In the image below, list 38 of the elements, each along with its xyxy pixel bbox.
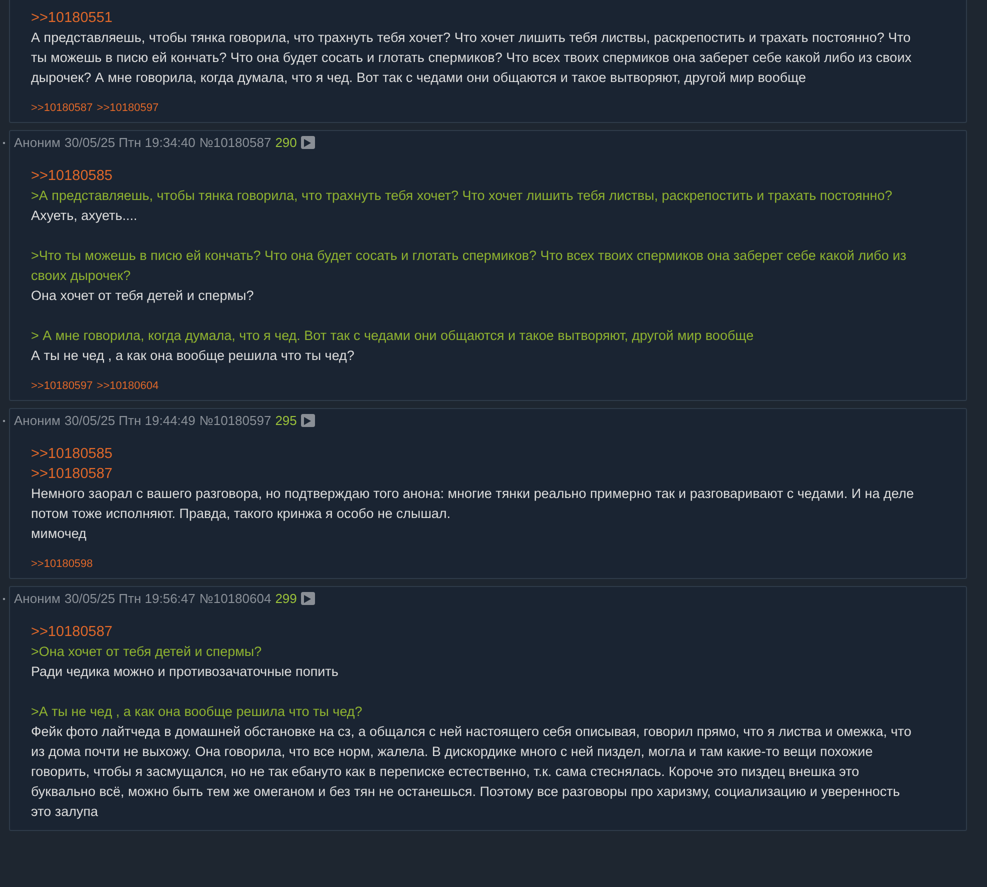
backlink[interactable]: >>10180598 (31, 558, 93, 570)
poster-name: Аноним (14, 135, 60, 150)
backlink[interactable]: >>10180597 (96, 102, 159, 114)
quote-text: >А представляешь, чтобы тянка говорила, что трахнуть тебя хочет? Что хочет лишить тебя листвы, раскрепостить и трахать постоянно? (31, 187, 894, 205)
backlink[interactable]: >>10180604 (96, 380, 159, 392)
poster-name: Аноним (14, 413, 60, 428)
quote-text: >Она хочет от тебя детей и спермы? (31, 643, 263, 661)
backlink[interactable]: >>10180587 (31, 102, 93, 114)
post-text: Ахуеть, ахуеть.... (31, 207, 138, 225)
post-date: 30/05/25 Птн 19:56:47 (64, 591, 196, 606)
reply-link[interactable]: >>10180551 (31, 10, 112, 26)
reply-link[interactable]: >>10180587 (31, 624, 112, 640)
reply-link[interactable]: >>10180585 (31, 168, 112, 184)
backlink[interactable]: >>10180597 (31, 380, 93, 392)
post-text: А ты не чед , а как она вообще решила что ты чед? (31, 347, 356, 365)
post-count: 299 (275, 591, 297, 606)
reply-link[interactable]: >>10180585 (31, 446, 112, 462)
quote-text: > А мне говорила, когда думала, что я чед. Вот так с чедами они общаются и такое вытворяют, другой мир вообще (31, 327, 755, 345)
poster-name: Аноним (14, 591, 60, 606)
play-icon[interactable] (300, 592, 315, 605)
post-number[interactable]: №10180604 (199, 591, 272, 606)
post-number[interactable]: №10180587 (199, 135, 272, 150)
post-date: 30/05/25 Птн 19:44:49 (64, 413, 196, 428)
post-text: Фейк фото лайтчеда в домашней обстановке на сз, а общался с ней настоящего себя описывая, говорил прямо, что я листва и омежка, что из дома почти не выхожу. Она говорила, что все норм, жалела. В дискордике много с ней пиздел, могла и там какие-то вещи похожие говорить, чтобы я засмущался, но не так ебануто как в переписке естественно, т.к. сама стеснялась. Короче это пиздец внешка это буквально всё, можно быть тем же омеганом и без тян не останешься. Поэтому все разговоры про харизму, социализацию и уверенность это залупа (31, 723, 912, 821)
post-text: А представляешь, чтобы тянка говорила, что трахнуть тебя хочет? Что хочет лишить тебя листвы, раскрепостить и трахать постоянно? Что ты можешь в писю ей кончать? Что она будет сосать и глотать спермиков? Что всех твоих спермиков она заберет себе какой либо из своих дырочек? А мне говорила, когда думала, что я чед. Вот так с чедами они общаются и такое вытворяют, другой мир вообще (31, 29, 912, 87)
play-icon[interactable] (300, 414, 315, 427)
post-text: мимочед (31, 525, 88, 543)
post-number[interactable]: №10180597 (199, 413, 272, 428)
post-text: Она хочет от тебя детей и спермы? (31, 287, 255, 305)
play-icon[interactable] (300, 136, 315, 149)
quote-text: >Что ты можешь в писю ей кончать? Что она будет сосать и глотать спермиков? Что всех твоих спермиков она заберет себе какой либо из своих дырочек? (31, 247, 908, 285)
post-date: 30/05/25 Птн 19:34:40 (64, 135, 196, 150)
post-text: Немного заорал с вашего разговора, но подтверждаю того анона: многие тянки реально примерно так и разговаривают с чедами. И на деле потом тоже исполняют. Правда, такого кринжа я особо не слышал. (31, 485, 915, 523)
post-count: 290 (275, 135, 297, 150)
quote-text: >А ты не чед , а как она вообще решила что ты чед? (31, 703, 364, 721)
reply-link[interactable]: >>10180587 (31, 466, 112, 482)
post-text: Ради чедика можно и противозачаточные попить (31, 663, 340, 681)
post-count: 295 (275, 413, 297, 428)
